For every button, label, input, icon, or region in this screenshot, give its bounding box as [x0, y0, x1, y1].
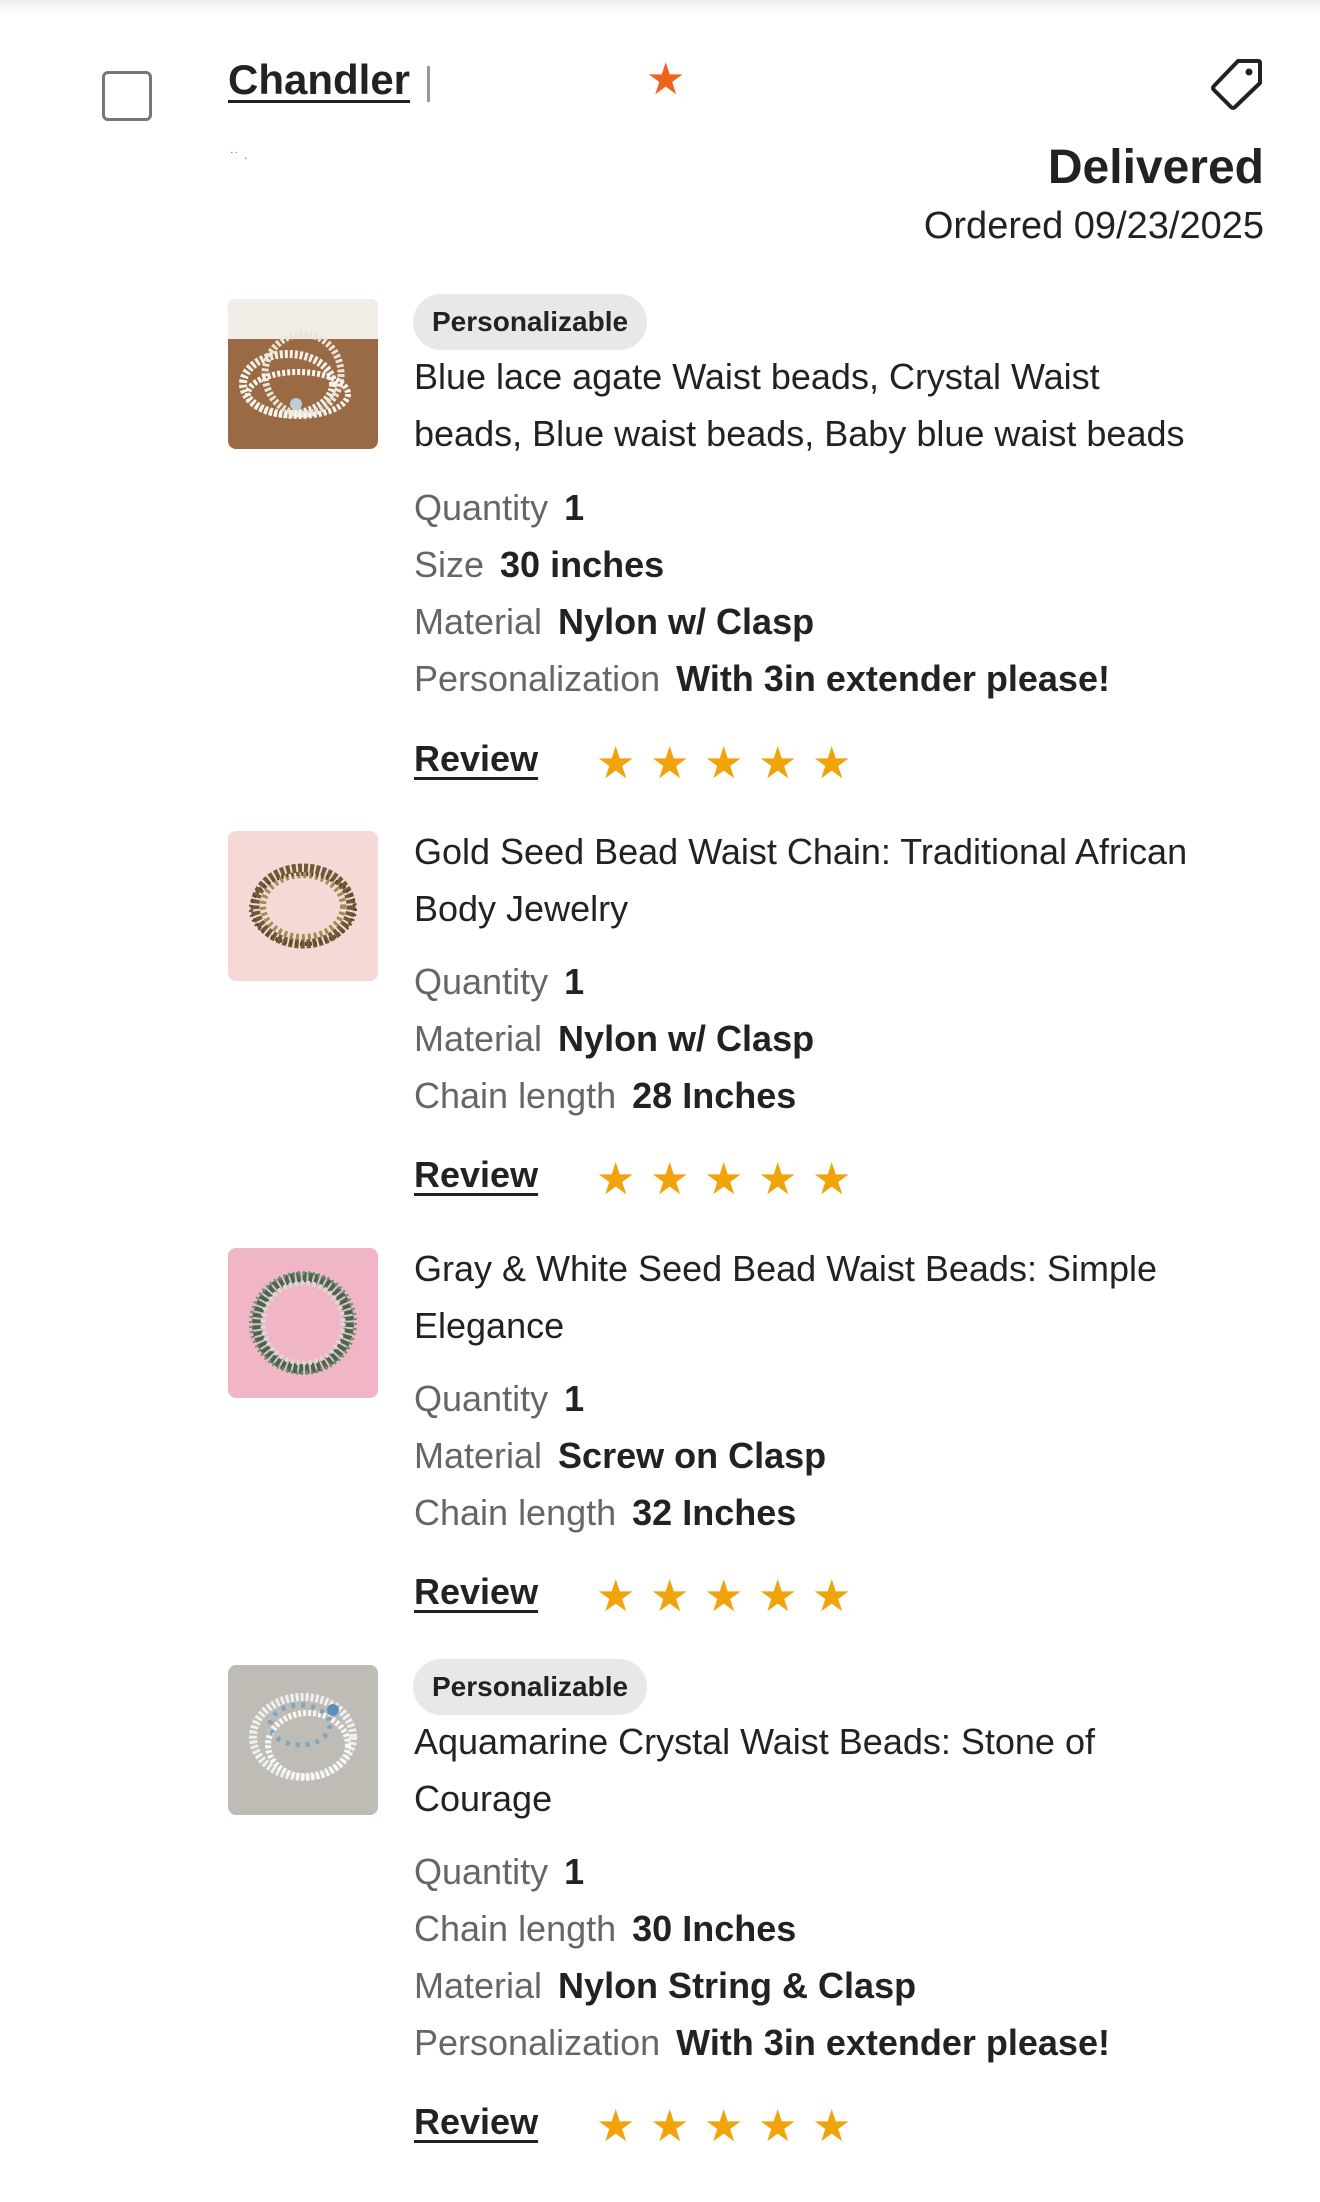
review-link[interactable]: Review — [414, 738, 538, 780]
detail-material: Material Nylon w/ Clasp — [414, 601, 814, 643]
rating-stars[interactable]: ★ ★ ★ ★ ★ — [596, 2105, 851, 2149]
personalizable-badge: Personalizable — [413, 1659, 648, 1715]
detail-quantity: Quantity 1 — [414, 961, 584, 1003]
rating-stars[interactable]: ★ ★ ★ ★ ★ — [596, 1575, 851, 1619]
item-title-line: Blue lace agate Waist beads, Crystal Wai… — [414, 356, 1100, 397]
review-link[interactable]: Review — [414, 2101, 538, 2143]
detail-quantity: Quantity 1 — [414, 487, 584, 529]
detail-label: Material — [414, 1435, 543, 1476]
star-icon[interactable]: ★ — [650, 1158, 689, 1202]
star-icon[interactable]: ★ — [812, 1158, 851, 1202]
item-thumbnail[interactable] — [228, 299, 378, 449]
star-icon[interactable]: ★ — [758, 742, 797, 786]
star-icon[interactable]: ★ — [704, 1158, 743, 1202]
detail-value: Screw on Clasp — [558, 1435, 827, 1476]
detail-label: Personalization — [414, 2022, 661, 2063]
star-icon[interactable]: ★ — [650, 1575, 689, 1619]
star-icon[interactable]: ★ — [758, 2105, 797, 2149]
star-icon[interactable]: ★ — [650, 2105, 689, 2149]
star-icon[interactable]: ★ — [812, 2105, 851, 2149]
order-status: Delivered — [1047, 141, 1264, 194]
star-icon[interactable]: ★ — [596, 742, 635, 786]
detail-material: Material Nylon String & Clasp — [414, 1965, 916, 2007]
detail-label: Chain length — [414, 1908, 617, 1949]
detail-label: Chain length — [414, 1075, 617, 1116]
detail-label: Material — [414, 1965, 543, 2006]
detail-value: 30 Inches — [632, 1908, 797, 1949]
item-title-link[interactable]: Gray & White Seed Bead Waist Beads: Simp… — [414, 1240, 1244, 1354]
detail-label: Quantity — [414, 487, 549, 528]
detail-label: Quantity — [414, 1851, 549, 1892]
detail-chain-length: Chain length 28 Inches — [414, 1075, 796, 1117]
star-seller-icon: ★ — [646, 55, 686, 104]
detail-label: Quantity — [414, 961, 549, 1002]
star-icon[interactable]: ★ — [812, 1575, 851, 1619]
detail-value: 32 Inches — [632, 1492, 797, 1533]
star-icon[interactable]: ★ — [812, 742, 851, 786]
detail-label: Material — [414, 601, 543, 642]
detail-value: With 3in extender please! — [676, 658, 1110, 699]
detail-personalization: Personalization With 3in extender please! — [414, 2022, 1110, 2064]
item-thumbnail[interactable] — [228, 1665, 378, 1815]
item-title-line: Aquamarine Crystal Waist Beads: Stone of — [414, 1721, 1095, 1762]
rating-stars[interactable]: ★ ★ ★ ★ ★ — [596, 742, 851, 786]
star-icon[interactable]: ★ — [596, 1575, 635, 1619]
detail-value: Nylon String & Clasp — [558, 1965, 917, 2006]
detail-material: Material Nylon w/ Clasp — [414, 1018, 814, 1060]
item-thumbnail[interactable] — [228, 831, 378, 981]
detail-label: Quantity — [414, 1378, 549, 1419]
star-icon[interactable]: ★ — [596, 2105, 635, 2149]
star-icon[interactable]: ★ — [650, 742, 689, 786]
item-title-link[interactable]: Blue lace agate Waist beads, Crystal Wai… — [414, 348, 1244, 462]
star-icon[interactable]: ★ — [704, 2105, 743, 2149]
top-edge-shadow — [0, 0, 1320, 14]
star-icon[interactable]: ★ — [758, 1158, 797, 1202]
item-title-line: Gray & White Seed Bead Waist Beads: Simp… — [414, 1248, 1157, 1289]
seller-name-link[interactable]: Chandler — [228, 56, 410, 104]
item-title-line: Elegance — [414, 1305, 565, 1346]
detail-label: Size — [414, 544, 485, 585]
tag-icon[interactable] — [1210, 56, 1264, 110]
detail-label: Personalization — [414, 658, 661, 699]
detail-value: 1 — [564, 487, 585, 528]
item-title-line: Body Jewelry — [414, 888, 629, 929]
item-thumbnail[interactable] — [228, 1248, 378, 1398]
detail-value: 1 — [564, 961, 585, 1002]
review-link[interactable]: Review — [414, 1571, 538, 1613]
detail-value: 30 inches — [500, 544, 665, 585]
item-title-line: Gold Seed Bead Waist Chain: Traditional … — [414, 831, 1188, 872]
star-icon[interactable]: ★ — [596, 1158, 635, 1202]
order-select-checkbox[interactable] — [102, 71, 152, 121]
seller-name-divider — [427, 66, 430, 102]
item-title-link[interactable]: Gold Seed Bead Waist Chain: Traditional … — [414, 823, 1244, 937]
rating-stars[interactable]: ★ ★ ★ ★ ★ — [596, 1158, 851, 1202]
item-title-link[interactable]: Aquamarine Crystal Waist Beads: Stone of… — [414, 1713, 1244, 1827]
order-date: Ordered 09/23/2025 — [923, 205, 1264, 247]
seller-subtext-mark: ˙˙ · — [230, 149, 248, 165]
personalizable-badge: Personalizable — [413, 294, 648, 350]
detail-chain-length: Chain length 30 Inches — [414, 1908, 796, 1950]
detail-value: With 3in extender please! — [676, 2022, 1110, 2063]
detail-personalization: Personalization With 3in extender please! — [414, 658, 1110, 700]
star-icon[interactable]: ★ — [704, 1575, 743, 1619]
star-icon[interactable]: ★ — [758, 1575, 797, 1619]
detail-size: Size 30 inches — [414, 544, 664, 586]
detail-quantity: Quantity 1 — [414, 1851, 584, 1893]
detail-value: 1 — [564, 1378, 585, 1419]
review-link[interactable]: Review — [414, 1154, 538, 1196]
detail-material: Material Screw on Clasp — [414, 1435, 826, 1477]
star-icon[interactable]: ★ — [704, 742, 743, 786]
detail-label: Chain length — [414, 1492, 617, 1533]
detail-value: 1 — [564, 1851, 585, 1892]
item-title-line: Courage — [414, 1778, 553, 1819]
detail-value: Nylon w/ Clasp — [558, 1018, 815, 1059]
detail-label: Material — [414, 1018, 543, 1059]
item-title-line: beads, Blue waist beads, Baby blue waist… — [414, 413, 1185, 454]
detail-chain-length: Chain length 32 Inches — [414, 1492, 796, 1534]
detail-value: Nylon w/ Clasp — [558, 601, 815, 642]
detail-quantity: Quantity 1 — [414, 1378, 584, 1420]
detail-value: 28 Inches — [632, 1075, 797, 1116]
